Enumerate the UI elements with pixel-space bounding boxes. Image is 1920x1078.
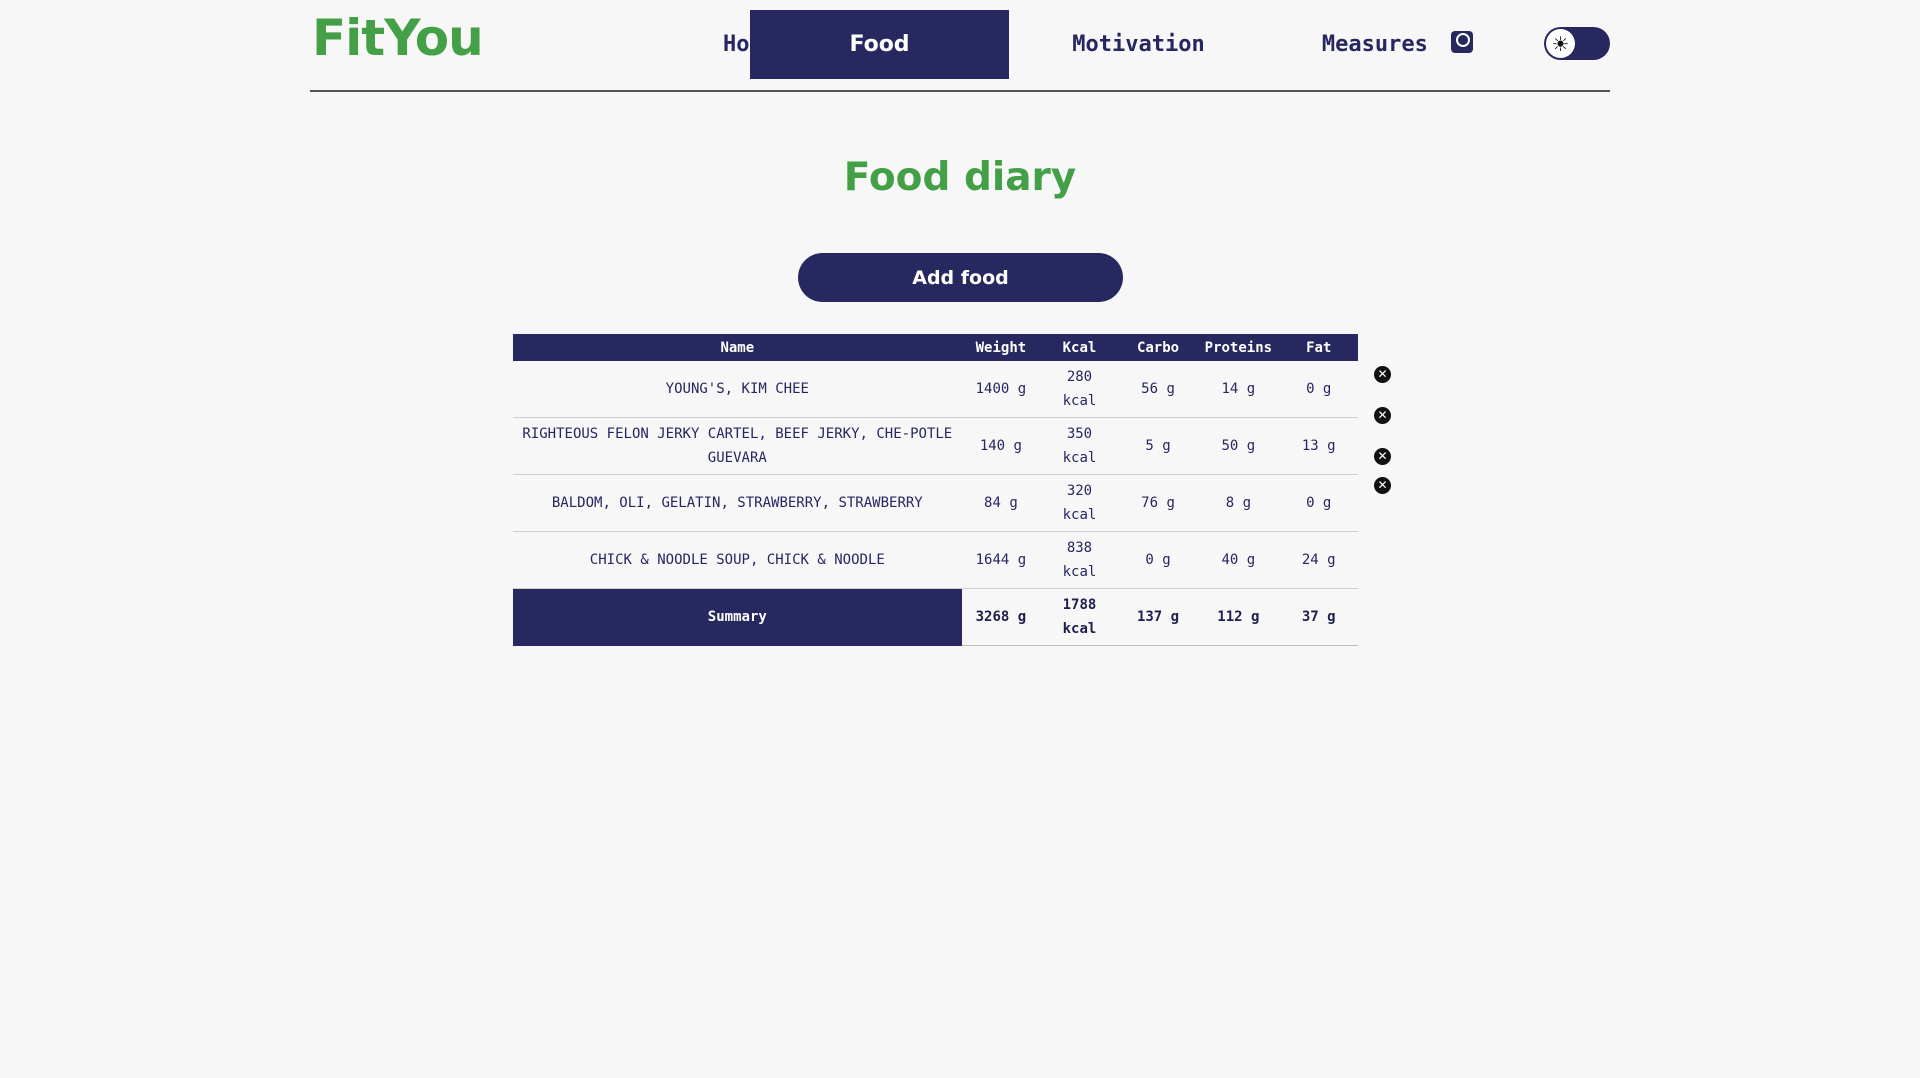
table-row: YOUNG'S, KIM CHEE 1400 g 280 kcal 56 g 1… [513, 361, 1358, 418]
food-weight: 140 g [961, 417, 1041, 475]
food-proteins: 14 g [1197, 361, 1280, 418]
food-table: Name Weight Kcal Carbo Proteins Fat YOUN… [513, 334, 1358, 646]
food-carbo: 0 g [1118, 531, 1198, 589]
nav-food-label: Food [849, 32, 910, 57]
food-name: CHICK & NOODLE SOUP, CHICK & NOODLE [513, 531, 962, 589]
food-name: BALDOM, OLI, GELATIN, STRAWBERRY, STRAWB… [513, 474, 962, 532]
nav-motivation-label: Motivation [1072, 32, 1205, 57]
summary-carbo: 137 g [1118, 588, 1198, 646]
summary-kcal: 1788 kcal [1040, 588, 1119, 646]
add-food-button[interactable]: Add food [798, 253, 1123, 302]
food-name: RIGHTEOUS FELON JERKY CARTEL, BEEF JERKY… [513, 417, 962, 475]
food-kcal: 350 kcal [1040, 417, 1119, 475]
food-fat: 0 g [1279, 474, 1358, 532]
summary-fat: 37 g [1279, 588, 1358, 646]
close-circle-icon: ✕ [1377, 367, 1388, 381]
close-circle-icon: ✕ [1377, 449, 1388, 463]
delete-row-button[interactable]: ✕ [1374, 477, 1391, 494]
header-fat: Fat [1279, 334, 1358, 361]
food-proteins: 8 g [1197, 474, 1280, 532]
header-name: Name [513, 334, 962, 361]
nav-measures-label: Measures [1321, 32, 1428, 57]
navbar: FitYou Home Food Motivation Measures ☀ [310, 0, 1610, 92]
summary-weight: 3268 g [961, 588, 1041, 646]
header-weight: Weight [961, 334, 1041, 361]
food-kcal: 838 kcal [1040, 531, 1119, 589]
food-fat: 13 g [1279, 417, 1358, 475]
delete-row-button[interactable]: ✕ [1374, 407, 1391, 424]
summary-label: Summary [513, 588, 962, 646]
table-row: CHICK & NOODLE SOUP, CHICK & NOODLE 1644… [513, 531, 1358, 589]
food-fat: 0 g [1279, 361, 1358, 418]
header-kcal: Kcal [1040, 334, 1119, 361]
delete-row-button[interactable]: ✕ [1374, 366, 1391, 383]
food-proteins: 40 g [1197, 531, 1280, 589]
food-kcal: 280 kcal [1040, 361, 1119, 418]
table-row: RIGHTEOUS FELON JERKY CARTEL, BEEF JERKY… [513, 417, 1358, 475]
nav-food[interactable]: Food [750, 10, 1009, 79]
food-weight: 1644 g [961, 531, 1041, 589]
delete-row-button[interactable]: ✕ [1374, 448, 1391, 465]
theme-toggle[interactable]: ☀ [1544, 27, 1610, 60]
food-carbo: 56 g [1118, 361, 1198, 418]
food-proteins: 50 g [1197, 417, 1280, 475]
food-name: YOUNG'S, KIM CHEE [513, 361, 962, 418]
nav-measures[interactable]: Measures [1268, 10, 1527, 79]
food-weight: 1400 g [961, 361, 1041, 418]
summary-row: Summary 3268 g 1788 kcal 137 g 112 g 37 … [513, 588, 1358, 646]
header-proteins: Proteins [1197, 334, 1280, 361]
scale-icon [1451, 31, 1474, 53]
table-header-row: Name Weight Kcal Carbo Proteins Fat [513, 334, 1358, 361]
page-title: Food diary [843, 155, 1077, 200]
header-carbo: Carbo [1118, 334, 1198, 361]
food-carbo: 76 g [1118, 474, 1198, 532]
food-carbo: 5 g [1118, 417, 1198, 475]
food-weight: 84 g [961, 474, 1041, 532]
summary-proteins: 112 g [1197, 588, 1280, 646]
food-fat: 24 g [1279, 531, 1358, 589]
table-row: BALDOM, OLI, GELATIN, STRAWBERRY, STRAWB… [513, 474, 1358, 532]
close-circle-icon: ✕ [1377, 478, 1388, 492]
sun-icon: ☀ [1546, 29, 1575, 58]
logo[interactable]: FitYou [312, 6, 484, 70]
food-kcal: 320 kcal [1040, 474, 1119, 532]
close-circle-icon: ✕ [1377, 408, 1388, 422]
nav-motivation[interactable]: Motivation [1009, 10, 1268, 79]
